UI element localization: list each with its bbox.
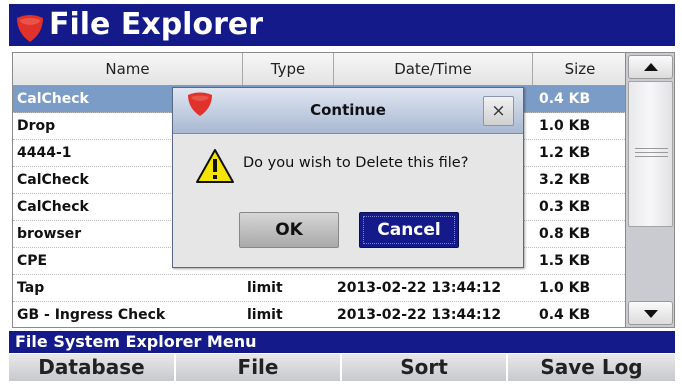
dialog-title: Continue (310, 101, 386, 119)
scroll-down-arrow-icon (644, 310, 658, 318)
app-title: File Explorer (49, 7, 263, 42)
dialog-title-bar: Continue × (173, 88, 523, 134)
cancel-button[interactable]: Cancel (359, 212, 459, 248)
softkey-save-log[interactable]: Save Log (508, 354, 675, 381)
softkey-bar: Database File Sort Save Log (9, 354, 675, 381)
table-row[interactable]: Tap limit 2013-02-22 13:44:12 1.0 KB (13, 275, 625, 302)
cell-size: 0.4 KB (539, 307, 591, 323)
column-header-name[interactable]: Name (13, 53, 243, 85)
grip-line (635, 156, 668, 157)
scroll-up-arrow-icon (644, 63, 658, 71)
softkey-file[interactable]: File (176, 354, 342, 381)
column-header-size[interactable]: Size (533, 53, 625, 85)
cell-name: Tap (17, 280, 45, 296)
title-bar: File Explorer (9, 4, 675, 46)
table-row[interactable]: GB - Ingress Check limit 2013-02-22 13:44:… (13, 302, 625, 327)
cell-type: limit (247, 280, 283, 296)
dialog-message: Do you wish to Delete this file? (243, 155, 469, 171)
table-header: Name Type Date/Time Size (13, 53, 625, 86)
cell-size: 0.4 KB (539, 91, 591, 107)
scroll-thumb[interactable] (628, 81, 673, 227)
grip-line (635, 152, 668, 153)
cell-size: 3.2 KB (539, 172, 591, 188)
menu-label-bar: File System Explorer Menu (9, 331, 675, 353)
screen: File Explorer Name Type Date/Time Size C… (9, 4, 675, 381)
cell-size: 1.0 KB (539, 280, 591, 296)
vertical-scrollbar[interactable] (625, 52, 675, 328)
cell-size: 0.3 KB (539, 199, 591, 215)
cell-type: limit (247, 307, 283, 323)
column-header-datetime[interactable]: Date/Time (334, 53, 533, 85)
column-header-type[interactable]: Type (243, 53, 334, 85)
cell-datetime: 2013-02-22 13:44:12 (337, 280, 502, 296)
shield-logo-icon (17, 15, 43, 42)
softkey-sort[interactable]: Sort (342, 354, 508, 381)
continue-dialog: Continue × Do you wish to Delete this fi… (172, 87, 524, 268)
close-button[interactable]: × (483, 96, 514, 126)
scroll-up-button[interactable] (628, 55, 673, 79)
cell-size: 0.8 KB (539, 226, 591, 242)
cell-size: 1.2 KB (539, 145, 591, 161)
ok-button[interactable]: OK (239, 212, 339, 248)
warning-icon (196, 149, 234, 183)
close-icon: × (491, 101, 506, 121)
cell-size: 1.0 KB (539, 118, 591, 134)
scroll-down-button[interactable] (628, 301, 673, 325)
cell-size: 1.5 KB (539, 253, 591, 269)
softkey-database[interactable]: Database (9, 354, 176, 381)
cell-datetime: 2013-02-22 13:44:12 (337, 307, 502, 323)
cell-name: GB - Ingress Check (17, 307, 166, 323)
grip-line (635, 148, 668, 149)
